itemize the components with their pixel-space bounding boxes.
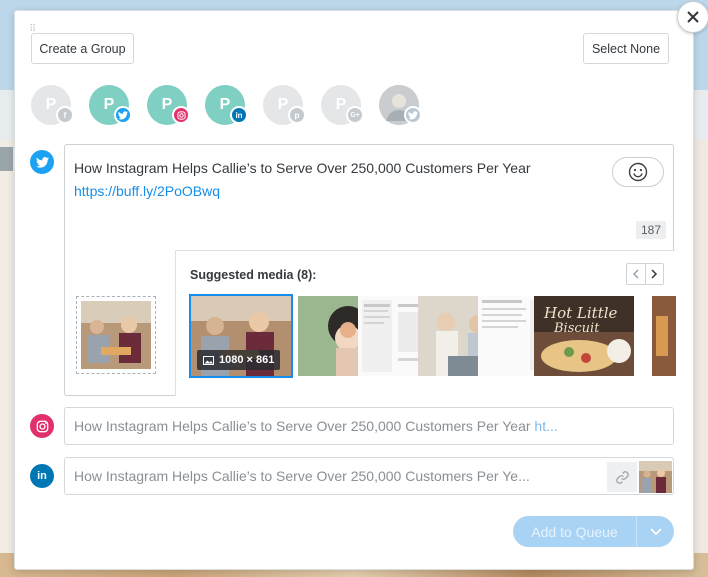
- close-icon: [687, 11, 699, 23]
- emoji-button[interactable]: [612, 157, 664, 187]
- media-dimensions-text: 1080 × 861: [219, 354, 275, 366]
- profile-avatar-google-plus[interactable]: P G+: [321, 85, 364, 125]
- background-left-strip: [0, 140, 14, 560]
- instagram-composer-text: How Instagram Helps Callie’s to Serve Ov…: [74, 418, 531, 434]
- composer-link[interactable]: https://buff.ly/2PoOBwq: [74, 180, 531, 203]
- chevron-left-icon[interactable]: [627, 264, 646, 284]
- profile-avatar-instagram[interactable]: P: [147, 85, 190, 125]
- smiley-icon: [628, 162, 648, 182]
- twitter-composer[interactable]: How Instagram Helps Callie’s to Serve Ov…: [64, 144, 676, 396]
- twitter-icon: [114, 106, 132, 124]
- composer-text: How Instagram Helps Callie’s to Serve Ov…: [74, 160, 531, 176]
- suggested-media-panel: Suggested media (8): 1080 × 861 Hot Litt…: [175, 250, 676, 396]
- suggested-media-6[interactable]: Hot Little Biscuit: [534, 296, 634, 376]
- instagram-network-icon: [30, 414, 54, 438]
- chevron-right-icon[interactable]: [646, 264, 664, 284]
- queue-options-dropdown[interactable]: [636, 516, 674, 547]
- composer-textarea[interactable]: How Instagram Helps Callie’s to Serve Ov…: [74, 157, 531, 203]
- instagram-icon: [172, 106, 190, 124]
- background-tab: [0, 147, 13, 171]
- profile-avatar-facebook[interactable]: P f: [31, 85, 74, 125]
- google-plus-icon: G+: [346, 106, 364, 124]
- profile-avatar-twitter[interactable]: P: [89, 85, 132, 125]
- svg-text:Hot Little: Hot Little: [543, 304, 618, 322]
- linkedin-composer[interactable]: How Instagram Helps Callie’s to Serve Ov…: [64, 457, 674, 495]
- suggested-media-7[interactable]: [652, 296, 676, 376]
- select-none-button[interactable]: Select None: [583, 33, 669, 64]
- create-group-button[interactable]: Create a Group: [31, 33, 134, 64]
- background-right-strip: [692, 140, 708, 560]
- instagram-composer-link: ht...: [534, 418, 558, 434]
- add-to-queue-group: Add to Queue: [513, 516, 674, 547]
- attached-media-slot[interactable]: [76, 296, 156, 374]
- linkedin-attached-thumbnail[interactable]: [639, 461, 672, 493]
- suggested-media-1[interactable]: 1080 × 861: [189, 294, 293, 378]
- media-photo: [652, 296, 676, 376]
- character-count: 187: [636, 221, 667, 239]
- facebook-icon: f: [56, 106, 74, 124]
- image-icon: [203, 355, 214, 365]
- twitter-icon: [404, 106, 422, 124]
- attached-photo-thumbnail: [639, 461, 672, 493]
- add-to-queue-button[interactable]: Add to Queue: [513, 516, 636, 547]
- linkedin-network-icon: in: [30, 464, 54, 488]
- chevron-down-icon: [649, 527, 662, 535]
- profile-avatar-pinterest[interactable]: P p: [263, 85, 306, 125]
- media-photo: Hot Little Biscuit: [534, 296, 634, 376]
- close-button[interactable]: [677, 1, 708, 33]
- svg-text:Biscuit: Biscuit: [553, 321, 600, 336]
- twitter-network-icon: [30, 150, 54, 174]
- instagram-composer[interactable]: How Instagram Helps Callie’s to Serve Ov…: [64, 407, 674, 445]
- suggested-media-title: Suggested media (8):: [190, 268, 317, 282]
- media-dimensions-label: 1080 × 861: [197, 350, 281, 370]
- pinterest-icon: p: [288, 106, 306, 124]
- linkedin-composer-text: How Instagram Helps Callie’s to Serve Ov…: [74, 468, 530, 484]
- linkedin-icon: in: [230, 106, 248, 124]
- media-carousel-nav: [626, 263, 664, 285]
- profile-avatar-twitter-personal[interactable]: [379, 85, 422, 125]
- profile-avatar-linkedin[interactable]: P in: [205, 85, 248, 125]
- link-icon[interactable]: [607, 462, 637, 492]
- attached-photo-thumbnail: [81, 301, 151, 369]
